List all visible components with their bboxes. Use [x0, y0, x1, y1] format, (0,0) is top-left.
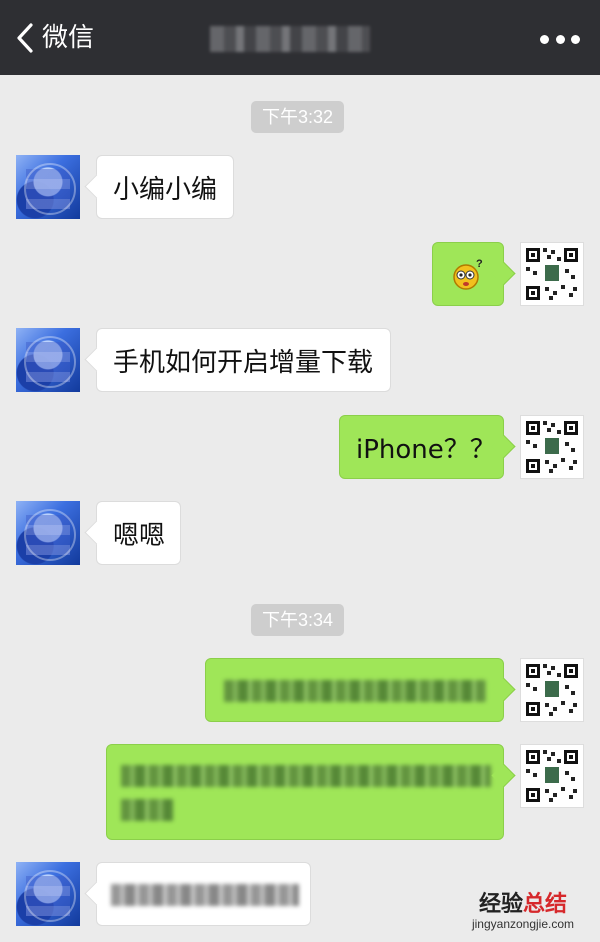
back-button[interactable]: 微信 [14, 20, 94, 56]
blurred-message-text [111, 884, 299, 906]
message-bubble-received-blurred[interactable] [96, 862, 311, 926]
watermark-url: jingyanzongjie.com [471, 917, 575, 931]
back-label: 微信 [42, 23, 95, 53]
more-dots-icon [540, 34, 549, 44]
nav-bar: 微信 [0, 0, 600, 75]
svg-text:?: ? [476, 258, 483, 270]
my-avatar[interactable] [520, 242, 584, 306]
message-text: 手机如何开启增量下载 [113, 347, 374, 378]
message-bubble-received[interactable]: 嗯嗯 [96, 501, 181, 565]
message-text: 嗯嗯 [113, 520, 166, 551]
contact-avatar[interactable] [16, 862, 80, 926]
blurred-message-text [224, 680, 486, 702]
timestamp: 下午3:34 [251, 604, 345, 636]
watermark: 经验总结 jingyanzongjie.com [468, 892, 578, 932]
blurred-message-text [121, 765, 491, 787]
message-bubble-sent[interactable]: iPhone？？ [339, 415, 504, 479]
contact-avatar[interactable] [16, 501, 80, 565]
contact-avatar[interactable] [16, 155, 80, 219]
back-chevron-icon [17, 23, 33, 53]
more-button[interactable] [540, 34, 580, 44]
timestamp: 下午3:32 [251, 101, 345, 133]
message-bubble-received[interactable]: 小编小编 [96, 155, 234, 219]
message-bubble-sent[interactable]: ? [432, 242, 504, 306]
my-avatar[interactable] [520, 415, 584, 479]
message-text: 小编小编 [113, 174, 218, 205]
emoji-sticker-icon: ? [453, 258, 483, 290]
message-bubble-sent-blurred[interactable] [106, 744, 504, 840]
message-bubble-sent-blurred[interactable] [205, 658, 504, 722]
blurred-message-text [121, 799, 173, 821]
my-avatar[interactable] [520, 744, 584, 808]
my-avatar[interactable] [520, 658, 584, 722]
message-bubble-received[interactable]: 手机如何开启增量下载 [96, 328, 391, 392]
message-text: iPhone？？ [356, 434, 496, 465]
contact-avatar[interactable] [16, 328, 80, 392]
watermark-logo: 经验总结 [478, 892, 568, 917]
chat-title-blurred [210, 26, 370, 52]
